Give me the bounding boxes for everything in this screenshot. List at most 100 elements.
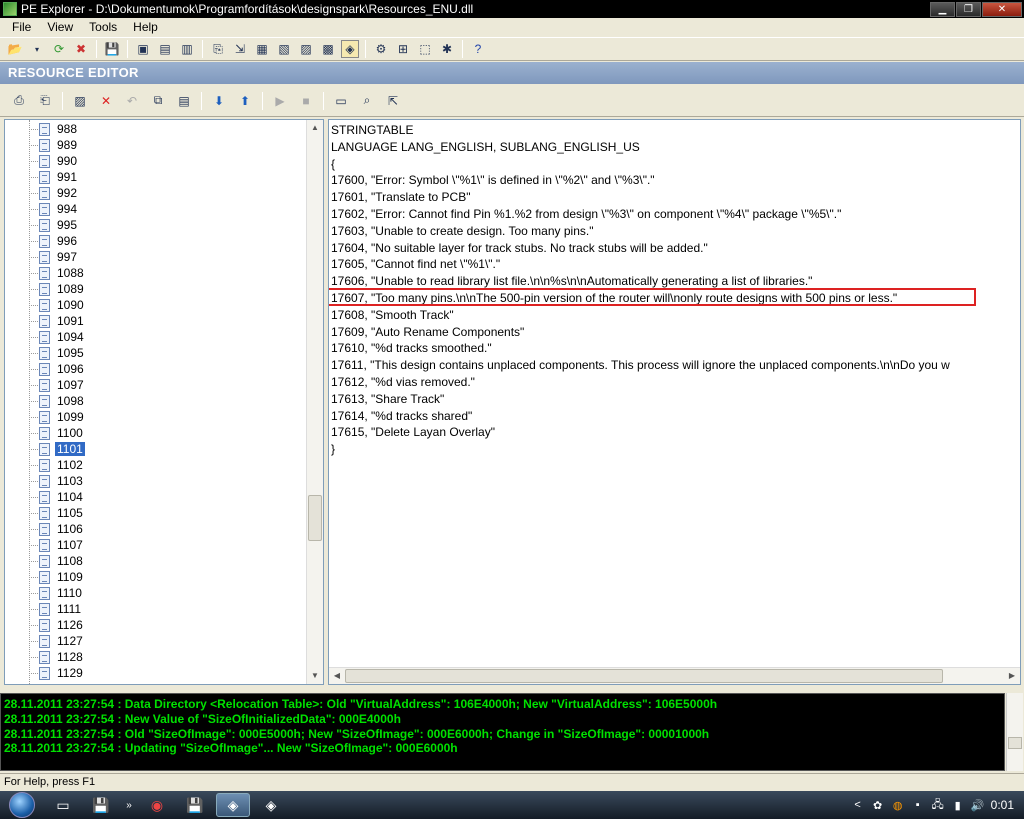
clock[interactable]: 0:01 — [991, 798, 1014, 812]
resource-tree[interactable]: 988 989 990 991 992 994 995 996 997 1088 1089 1090 1… — [4, 119, 324, 685]
help-icon[interactable]: ? — [469, 40, 487, 58]
search-resource-icon[interactable]: ⌕ — [357, 91, 377, 111]
tree-item[interactable]: 1091 — [39, 313, 86, 329]
tree-item[interactable]: 989 — [39, 137, 79, 153]
tree-item[interactable]: 1095 — [39, 345, 86, 361]
pe-explorer-task2-icon[interactable]: ◈ — [254, 793, 288, 817]
log-scroll-thumb[interactable] — [1008, 737, 1022, 749]
tree-item[interactable]: 1128 — [39, 649, 85, 665]
log-scrollbar[interactable] — [1006, 693, 1023, 771]
tree-item[interactable]: 1104 — [39, 489, 85, 505]
string-table-editor[interactable]: STRINGTABLE LANGUAGE LANG_ENGLISH, SUBLAN… — [328, 119, 1021, 685]
tree-item[interactable]: 1111 — [39, 601, 83, 617]
refresh-icon[interactable]: ⟳ — [50, 40, 68, 58]
tree-item[interactable]: 988 — [39, 121, 79, 137]
scroll-right-icon[interactable]: ▶ — [1004, 668, 1020, 684]
tree-item[interactable]: 992 — [39, 185, 79, 201]
debug-icon[interactable]: ▧ — [275, 40, 293, 58]
resource-editor-icon[interactable]: ◈ — [341, 40, 359, 58]
menu-help[interactable]: Help — [125, 20, 166, 34]
signal-icon[interactable]: ▮ — [951, 798, 965, 812]
disassembler-icon[interactable]: ⚙ — [372, 40, 390, 58]
tree-item[interactable]: 1105 — [39, 505, 85, 521]
syntax-icon[interactable]: ▩ — [319, 40, 337, 58]
tree-item[interactable]: 1097 — [39, 377, 86, 393]
tree-item[interactable]: 1094 — [39, 329, 86, 345]
editor-horizontal-scrollbar[interactable]: ◀ ▶ — [329, 667, 1020, 684]
tree-item[interactable]: 1096 — [39, 361, 86, 377]
delete-resource-icon[interactable]: ✕ — [96, 91, 116, 111]
chevron-icon[interactable]: » — [122, 793, 136, 817]
volume-icon[interactable]: 🔊 — [971, 798, 985, 812]
save-all-icon[interactable]: ⎗ — [35, 91, 55, 111]
resources-icon[interactable]: ▦ — [253, 40, 271, 58]
undo-icon[interactable]: ↶ — [122, 91, 142, 111]
close-file-icon[interactable]: ✖ — [72, 40, 90, 58]
plugins-icon[interactable]: ✱ — [438, 40, 456, 58]
tree-item[interactable]: 1106 — [39, 521, 85, 537]
save-resource-icon[interactable]: ⎙ — [9, 91, 29, 111]
tree-item[interactable]: 1107 — [39, 537, 85, 553]
tree-item[interactable]: 1126 — [39, 617, 85, 633]
tree-item[interactable]: 1127 — [39, 633, 85, 649]
scroll-left-icon[interactable]: ◀ — [329, 668, 345, 684]
unpack-icon[interactable]: ⬚ — [416, 40, 434, 58]
tree-item[interactable]: 1090 — [39, 297, 86, 313]
menu-view[interactable]: View — [39, 20, 81, 34]
tree-item[interactable]: 1089 — [39, 281, 86, 297]
tree-scrollbar[interactable]: ▲ ▼ — [306, 120, 323, 684]
scroll-down-icon[interactable]: ▼ — [307, 668, 323, 684]
tree-scroll-thumb[interactable] — [308, 495, 322, 541]
tree-item[interactable]: 995 — [39, 217, 79, 233]
tray-app-icon[interactable]: ✿ — [871, 798, 885, 812]
move-up-icon[interactable]: ⬆ — [235, 91, 255, 111]
tree-item[interactable]: 1088 — [39, 265, 86, 281]
imports-icon[interactable]: ⎘ — [209, 40, 227, 58]
restore-icon[interactable]: ❐ — [956, 1, 981, 17]
tree-item[interactable]: 1103 — [39, 473, 85, 489]
edit-resource-icon[interactable]: ▨ — [70, 91, 90, 111]
pe-explorer-task-icon[interactable]: ◈ — [216, 793, 250, 817]
tree-item[interactable]: 1110 — [39, 585, 84, 601]
header-info-icon[interactable]: ▣ — [134, 40, 152, 58]
tree-item[interactable]: 1101 — [39, 441, 86, 457]
start-button[interactable] — [0, 791, 44, 819]
tree-item[interactable]: 997 — [39, 249, 79, 265]
tree-item[interactable]: 1099 — [39, 409, 86, 425]
move-down-icon[interactable]: ⬇ — [209, 91, 229, 111]
tray-app3-icon[interactable]: ▪ — [911, 798, 925, 812]
tree-item[interactable]: 1108 — [39, 553, 85, 569]
dropdown-icon[interactable]: ▾ — [28, 40, 46, 58]
scroll-up-icon[interactable]: ▲ — [307, 120, 323, 136]
show-desktop-icon[interactable]: ▭ — [46, 793, 80, 817]
close-icon[interactable]: ✕ — [982, 1, 1022, 17]
copy-icon[interactable]: ⧉ — [148, 91, 168, 111]
exports-icon[interactable]: ⇲ — [231, 40, 249, 58]
tree-item[interactable]: 991 — [39, 169, 79, 185]
menu-file[interactable]: File — [4, 20, 39, 34]
tree-item[interactable]: 1098 — [39, 393, 86, 409]
open-icon[interactable]: 📂 — [6, 40, 24, 58]
tree-item[interactable]: 996 — [39, 233, 79, 249]
section-headers-icon[interactable]: ▥ — [178, 40, 196, 58]
resource-properties-icon[interactable]: ▤ — [174, 91, 194, 111]
menu-tools[interactable]: Tools — [81, 20, 125, 34]
tree-item[interactable]: 1109 — [39, 569, 85, 585]
save-icon[interactable]: 💾 — [103, 40, 121, 58]
minimize-icon[interactable]: ▁ — [930, 1, 955, 17]
tree-item[interactable]: 1129 — [39, 665, 85, 681]
data-directories-icon[interactable]: ▤ — [156, 40, 174, 58]
image-icon[interactable]: ▭ — [331, 91, 351, 111]
floppy-icon[interactable]: 💾 — [84, 793, 118, 817]
chrome-icon[interactable]: ◉ — [140, 793, 174, 817]
taskbar-floppy-icon[interactable]: 💾 — [178, 793, 212, 817]
tree-item[interactable]: 994 — [39, 201, 79, 217]
tray-chevron-icon[interactable]: < — [851, 798, 865, 812]
tree-item[interactable]: 1102 — [39, 457, 85, 473]
network-icon[interactable]: 🖧 — [931, 798, 945, 812]
export-resource-icon[interactable]: ⇱ — [383, 91, 403, 111]
play-icon[interactable]: ▶ — [270, 91, 290, 111]
dependency-scanner-icon[interactable]: ⊞ — [394, 40, 412, 58]
tree-item[interactable]: 1100 — [39, 425, 85, 441]
tray-app2-icon[interactable]: ◍ — [891, 798, 905, 812]
